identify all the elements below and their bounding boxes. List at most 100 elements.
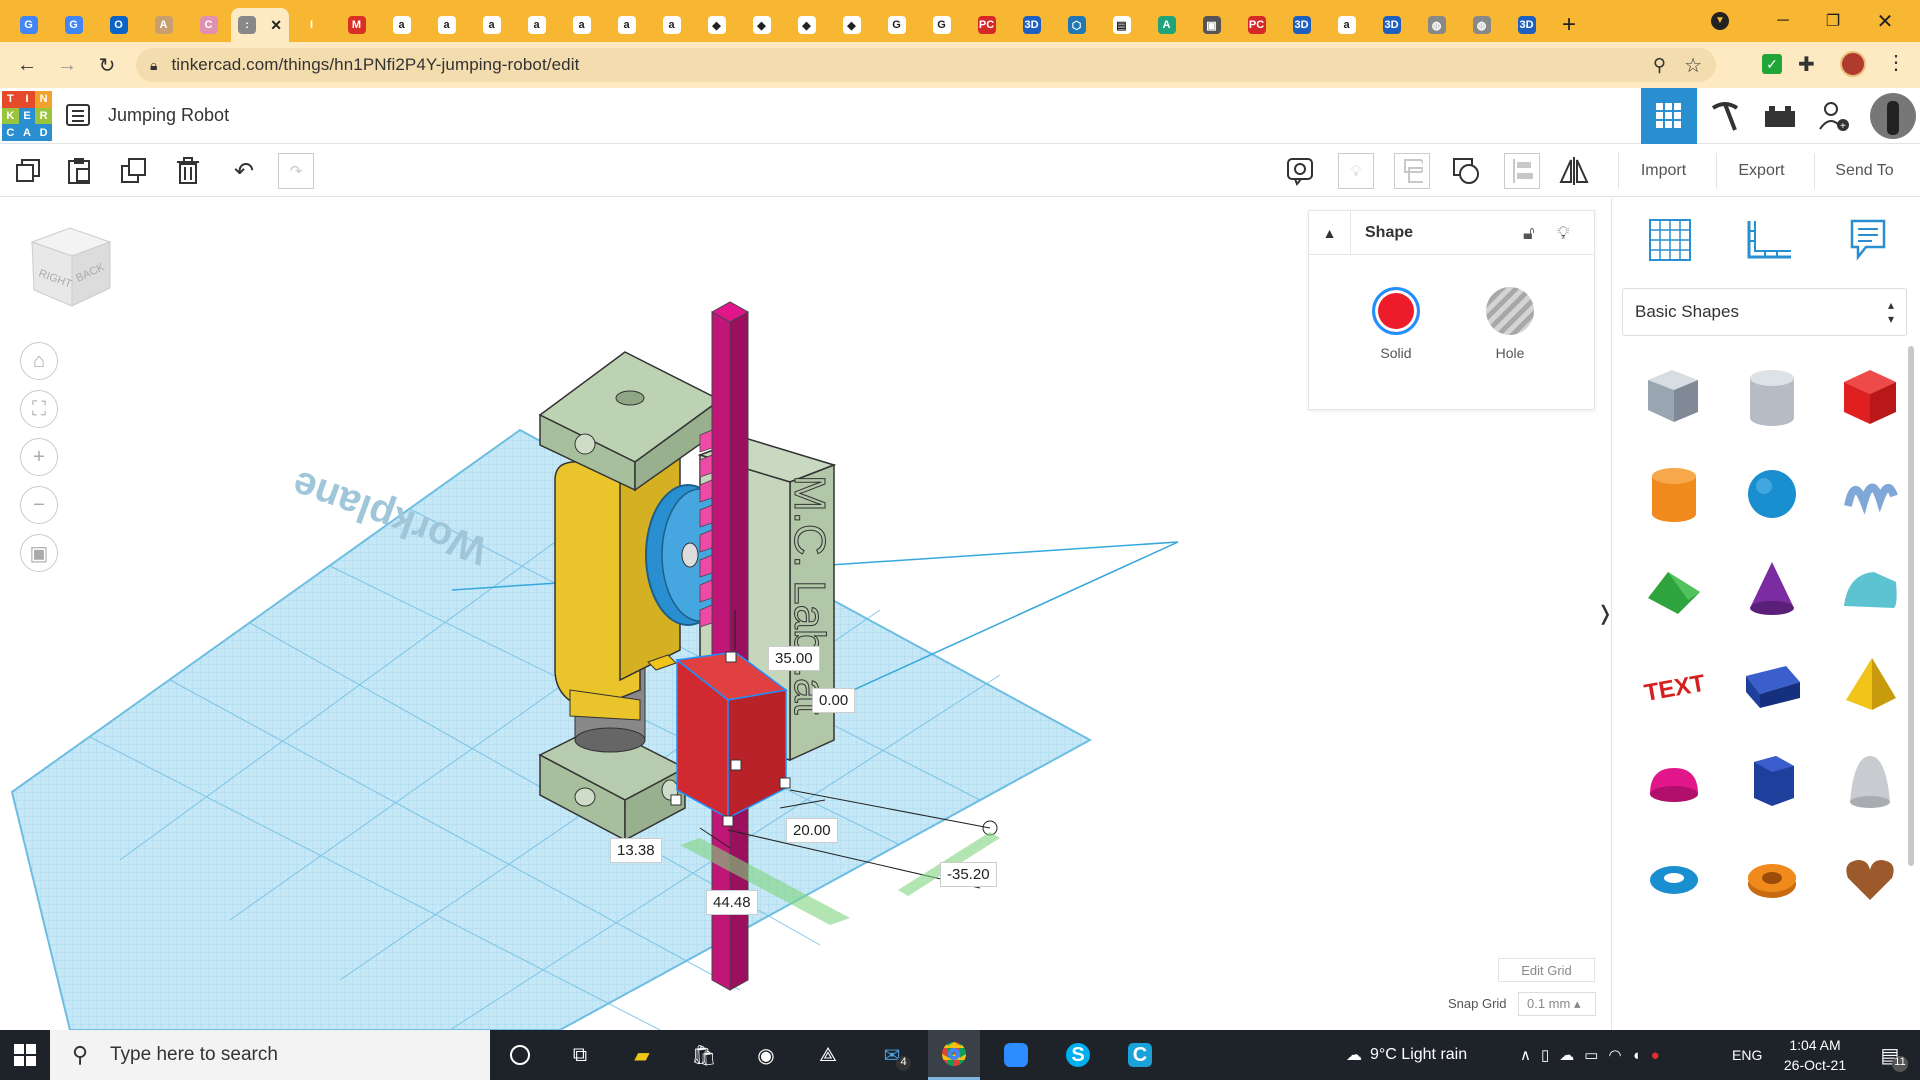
paste-button[interactable] bbox=[62, 153, 98, 189]
file-explorer-button[interactable]: ▰ bbox=[616, 1030, 668, 1080]
browser-tab[interactable]: a bbox=[1324, 8, 1369, 42]
add-user-button[interactable]: + bbox=[1806, 88, 1862, 144]
x-position-dimension[interactable]: -35.20 bbox=[940, 862, 997, 887]
browser-tab[interactable]: a bbox=[514, 8, 559, 42]
shape-wedge[interactable] bbox=[1736, 644, 1806, 724]
browser-tab[interactable]: G bbox=[6, 8, 51, 42]
browser-tab[interactable]: G bbox=[51, 8, 96, 42]
browser-tab[interactable]: 3D bbox=[1279, 8, 1324, 42]
skype-button[interactable]: S bbox=[1052, 1030, 1104, 1080]
url-text[interactable]: tinkercad.com/things/hn1PNfi2P4Y-jumping… bbox=[171, 55, 579, 75]
export-button[interactable]: Export bbox=[1716, 153, 1806, 189]
user-avatar[interactable] bbox=[1870, 93, 1916, 139]
library-scrollbar[interactable] bbox=[1908, 346, 1914, 866]
redo-button[interactable]: ↷ bbox=[278, 153, 314, 189]
shape-box[interactable] bbox=[1834, 356, 1904, 436]
notifications-button[interactable]: ▤ 11 bbox=[1864, 1030, 1916, 1080]
browser-tab[interactable]: ◆ bbox=[694, 8, 739, 42]
browser-tab[interactable]: A bbox=[141, 8, 186, 42]
expand-library-arrow[interactable]: ❭ bbox=[1597, 588, 1613, 638]
browser-tab[interactable]: ▣ bbox=[1189, 8, 1234, 42]
design-title[interactable]: Jumping Robot bbox=[108, 105, 229, 126]
home-view-button[interactable]: ⌂ bbox=[20, 342, 58, 380]
browser-tab[interactable]: : ✕ bbox=[231, 8, 289, 42]
zoom-app-button[interactable] bbox=[990, 1030, 1042, 1080]
language-indicator[interactable]: ENG bbox=[1732, 1030, 1762, 1080]
browser-tab[interactable]: ▤ bbox=[1099, 8, 1144, 42]
browser-menu-icon[interactable]: ⋮ bbox=[1886, 50, 1906, 75]
browser-tab[interactable]: G bbox=[874, 8, 919, 42]
solid-option[interactable]: Solid bbox=[1371, 287, 1421, 361]
browser-tab[interactable]: C bbox=[186, 8, 231, 42]
weather-widget[interactable]: ☁ 9°C Light rain bbox=[1346, 1030, 1467, 1080]
delete-button[interactable] bbox=[170, 153, 206, 189]
group-button[interactable] bbox=[1394, 153, 1430, 189]
y-position-dimension[interactable]: 44.48 bbox=[706, 890, 758, 915]
shape-cylinder[interactable] bbox=[1638, 452, 1708, 532]
notes-tab[interactable] bbox=[1836, 212, 1900, 268]
forward-arrow-icon[interactable]: → bbox=[50, 48, 84, 82]
tinkercad-logo[interactable]: TINKERCAD bbox=[2, 91, 52, 141]
browser-tab[interactable]: ◆ bbox=[784, 8, 829, 42]
ruler-tab[interactable] bbox=[1738, 212, 1802, 268]
perspective-button[interactable]: ▣ bbox=[20, 534, 58, 572]
browser-tab[interactable]: PC bbox=[964, 8, 1009, 42]
length-dimension[interactable]: 20.00 bbox=[786, 818, 838, 843]
shape-category-select[interactable]: Basic Shapes ▴ ▾ bbox=[1622, 288, 1907, 336]
mail-button[interactable]: ✉ 4 bbox=[866, 1030, 918, 1080]
shape-heart[interactable] bbox=[1834, 836, 1904, 916]
grid-tab[interactable] bbox=[1638, 212, 1702, 268]
shape-pyramid[interactable] bbox=[1834, 644, 1904, 724]
store-button[interactable]: 🛍︎ bbox=[678, 1030, 730, 1080]
shape-cone[interactable] bbox=[1736, 548, 1806, 628]
browser-tab[interactable]: a bbox=[424, 8, 469, 42]
browser-tab[interactable]: G bbox=[919, 8, 964, 42]
browser-tab[interactable]: M bbox=[334, 8, 379, 42]
shape-torus[interactable] bbox=[1638, 836, 1708, 916]
zoom-icon[interactable]: ⚲ bbox=[1653, 55, 1666, 76]
shape-sphere[interactable] bbox=[1736, 452, 1806, 532]
browser-tab[interactable]: ◍ bbox=[1459, 8, 1504, 42]
mirror-button[interactable] bbox=[1556, 153, 1592, 189]
steam-button[interactable]: ◉ bbox=[740, 1030, 792, 1080]
profile-avatar[interactable] bbox=[1840, 51, 1866, 77]
ungroup-button[interactable] bbox=[1448, 153, 1484, 189]
width-dimension[interactable]: 13.38 bbox=[610, 838, 662, 863]
view-notes-button[interactable] bbox=[1282, 153, 1318, 189]
light-bulb-button[interactable]: 💡︎ bbox=[1338, 153, 1374, 189]
windows-start-button[interactable] bbox=[0, 1030, 50, 1080]
cortana-button[interactable] bbox=[494, 1030, 546, 1080]
snap-grid-select[interactable]: 0.1 mm ▴ bbox=[1518, 992, 1596, 1016]
shape-scribble[interactable] bbox=[1834, 452, 1904, 532]
browser-tab[interactable]: a bbox=[379, 8, 424, 42]
browser-tab[interactable]: ◆ bbox=[829, 8, 874, 42]
fit-view-button[interactable]: ⛶ bbox=[20, 390, 58, 428]
copy-button[interactable] bbox=[10, 153, 46, 189]
solid-color-swatch[interactable] bbox=[1372, 287, 1420, 335]
collapse-inspector-button[interactable]: ▲ bbox=[1309, 210, 1351, 255]
undo-button[interactable]: ↶ bbox=[226, 153, 262, 189]
design-list-icon[interactable] bbox=[66, 104, 90, 126]
browser-tab[interactable]: O bbox=[96, 8, 141, 42]
browser-tab[interactable]: 3D bbox=[1504, 8, 1549, 42]
lightbulb-icon[interactable]: 💡︎ bbox=[1557, 223, 1570, 244]
bookmark-star-icon[interactable]: ☆ bbox=[1684, 53, 1702, 78]
elevation-dimension[interactable]: 0.00 bbox=[812, 688, 856, 713]
browser-tab[interactable]: a bbox=[559, 8, 604, 42]
shape-round-roof[interactable] bbox=[1834, 548, 1904, 628]
hole-option[interactable]: Hole bbox=[1485, 287, 1535, 361]
align-button[interactable] bbox=[1504, 153, 1540, 189]
lock-icon[interactable]: 🔓︎ bbox=[1523, 223, 1535, 244]
clock[interactable]: 1:04 AM 26-Oct-21 bbox=[1770, 1030, 1860, 1080]
codeblocks-pickaxe-button[interactable] bbox=[1697, 88, 1753, 144]
browser-tab[interactable]: 3D bbox=[1369, 8, 1414, 42]
close-icon[interactable]: ✕ bbox=[1862, 0, 1908, 42]
browser-tab[interactable]: PC bbox=[1234, 8, 1279, 42]
shape-roof[interactable] bbox=[1638, 548, 1708, 628]
shape-box-striped[interactable] bbox=[1638, 356, 1708, 436]
height-dimension[interactable]: 35.00 bbox=[768, 646, 820, 671]
edit-grid-button[interactable]: Edit Grid bbox=[1498, 958, 1595, 982]
reload-icon[interactable]: ↻ bbox=[90, 48, 124, 82]
browser-tab[interactable]: ◍ bbox=[1414, 8, 1459, 42]
restore-icon[interactable]: ❐ bbox=[1810, 0, 1856, 42]
